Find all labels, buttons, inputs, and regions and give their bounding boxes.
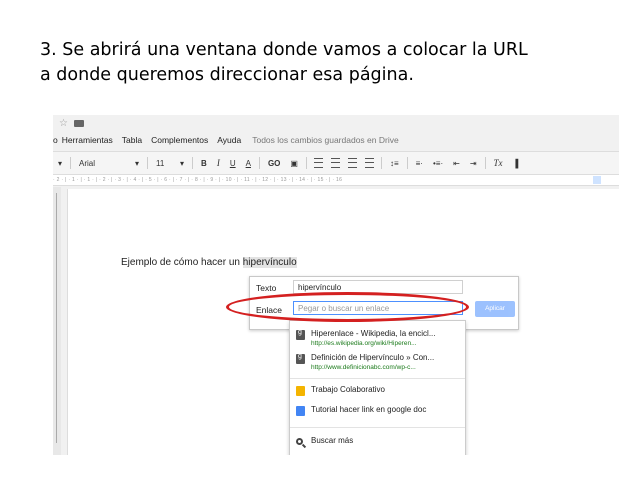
folder-icon[interactable] <box>73 119 84 127</box>
chevron-down-icon[interactable]: ▾ <box>180 159 184 168</box>
google-icon <box>296 329 305 340</box>
align-left-icon[interactable] <box>313 158 323 168</box>
underline-button[interactable]: U <box>230 159 236 168</box>
increase-indent-icon[interactable]: ⇥ <box>470 159 477 168</box>
font-family-select[interactable]: Arial <box>79 159 125 168</box>
text-color-button[interactable]: A <box>246 159 251 168</box>
menu-bar: o Herramientas Tabla Complementos Ayuda … <box>53 133 408 147</box>
suggestion-title: Trabajo Colaborativo <box>311 385 385 394</box>
docs-screenshot: ☆ o Herramientas Tabla Complementos Ayud… <box>53 115 619 455</box>
slide-caption: 3. Se abrirá una ventana donde vamos a c… <box>40 38 630 88</box>
insert-link-button[interactable]: GO <box>268 159 280 168</box>
numbered-list-icon[interactable]: ≡· <box>416 159 423 168</box>
menu-ayuda[interactable]: Ayuda <box>217 135 241 145</box>
search-more-label: Buscar más <box>311 436 354 445</box>
line-spacing-icon[interactable]: ↕≡ <box>390 159 399 168</box>
italic-button[interactable]: I <box>217 158 220 168</box>
suggestion-title: Tutorial hacer link en google doc <box>311 405 427 414</box>
google-icon <box>296 353 305 364</box>
link-suggestions: Hiperenlace - Wikipedia, la encicl... ht… <box>289 320 466 455</box>
title-icons: ☆ <box>53 117 84 129</box>
highlight-ellipse <box>226 292 469 322</box>
align-justify-icon[interactable] <box>364 158 374 168</box>
bulleted-list-icon[interactable]: •≡· <box>433 159 443 168</box>
paragraph-text: Ejemplo de cómo hacer un <box>121 257 243 268</box>
search-icon <box>296 438 303 445</box>
suggestion-title: Hiperenlace - Wikipedia, la encicl... <box>311 329 436 338</box>
caption-line-2: a donde queremos direccionar esa página. <box>40 65 414 85</box>
ruler-margin-handle[interactable] <box>593 176 601 184</box>
suggestion-item[interactable]: Hiperenlace - Wikipedia, la encicl... ht… <box>296 329 461 348</box>
align-center-icon[interactable] <box>330 158 340 168</box>
star-icon[interactable]: ☆ <box>59 118 68 129</box>
bold-button[interactable]: B <box>201 159 207 168</box>
slides-icon <box>296 386 305 396</box>
suggestion-url: http://www.definicionabc.com/wp-c... <box>311 364 416 371</box>
document-paragraph[interactable]: Ejemplo de cómo hacer un hipervínculo <box>121 257 297 268</box>
menu-herramientas[interactable]: Herramientas <box>62 135 113 145</box>
decrease-indent-icon[interactable]: ⇤ <box>453 159 460 168</box>
suggestion-title: Definición de Hipervínculo » Con... <box>311 353 435 362</box>
ruler[interactable]: · 2 · | · 1 · | · 1 · | · 2 · | · 3 · | … <box>53 175 619 186</box>
save-status: Todos los cambios guardados en Drive <box>252 135 399 145</box>
ruler-marks: · 2 · | · 1 · | · 1 · | · 2 · | · 3 · | … <box>53 177 343 183</box>
clear-formatting-button[interactable]: Tx <box>494 158 503 168</box>
search-more-item[interactable]: Buscar más <box>296 436 461 446</box>
align-right-icon[interactable] <box>347 158 357 168</box>
apply-button[interactable]: Aplicar <box>475 301 515 317</box>
chevron-down-icon[interactable]: ▾ <box>58 159 62 168</box>
suggestion-item[interactable]: Definición de Hipervínculo » Con... http… <box>296 353 461 372</box>
font-size-select[interactable]: 11 <box>156 159 170 168</box>
docs-icon <box>296 406 305 416</box>
chevron-down-icon[interactable]: ▾ <box>135 159 139 168</box>
suggestion-url: http://es.wikipedia.org/wiki/Hiperen... <box>311 340 417 347</box>
vertical-ruler <box>53 187 61 455</box>
paint-icon[interactable]: ▐ <box>513 159 519 168</box>
menu-tabla[interactable]: Tabla <box>122 135 142 145</box>
suggestion-item[interactable]: Trabajo Colaborativo <box>296 385 461 396</box>
selected-word: hipervínculo <box>242 257 297 268</box>
formatting-toolbar: ▾ Arial ▾ 11 ▾ B I U A GO ▣ ↕≡ ≡· •≡· ⇤ … <box>53 151 619 175</box>
suggestion-item[interactable]: Tutorial hacer link en google doc <box>296 405 461 416</box>
menu-complementos[interactable]: Complementos <box>151 135 208 145</box>
comment-icon[interactable]: ▣ <box>290 159 298 168</box>
caption-line-1: 3. Se abrirá una ventana donde vamos a c… <box>40 40 528 60</box>
menu-partial[interactable]: o <box>53 135 58 145</box>
texto-label: Texto <box>256 283 277 293</box>
